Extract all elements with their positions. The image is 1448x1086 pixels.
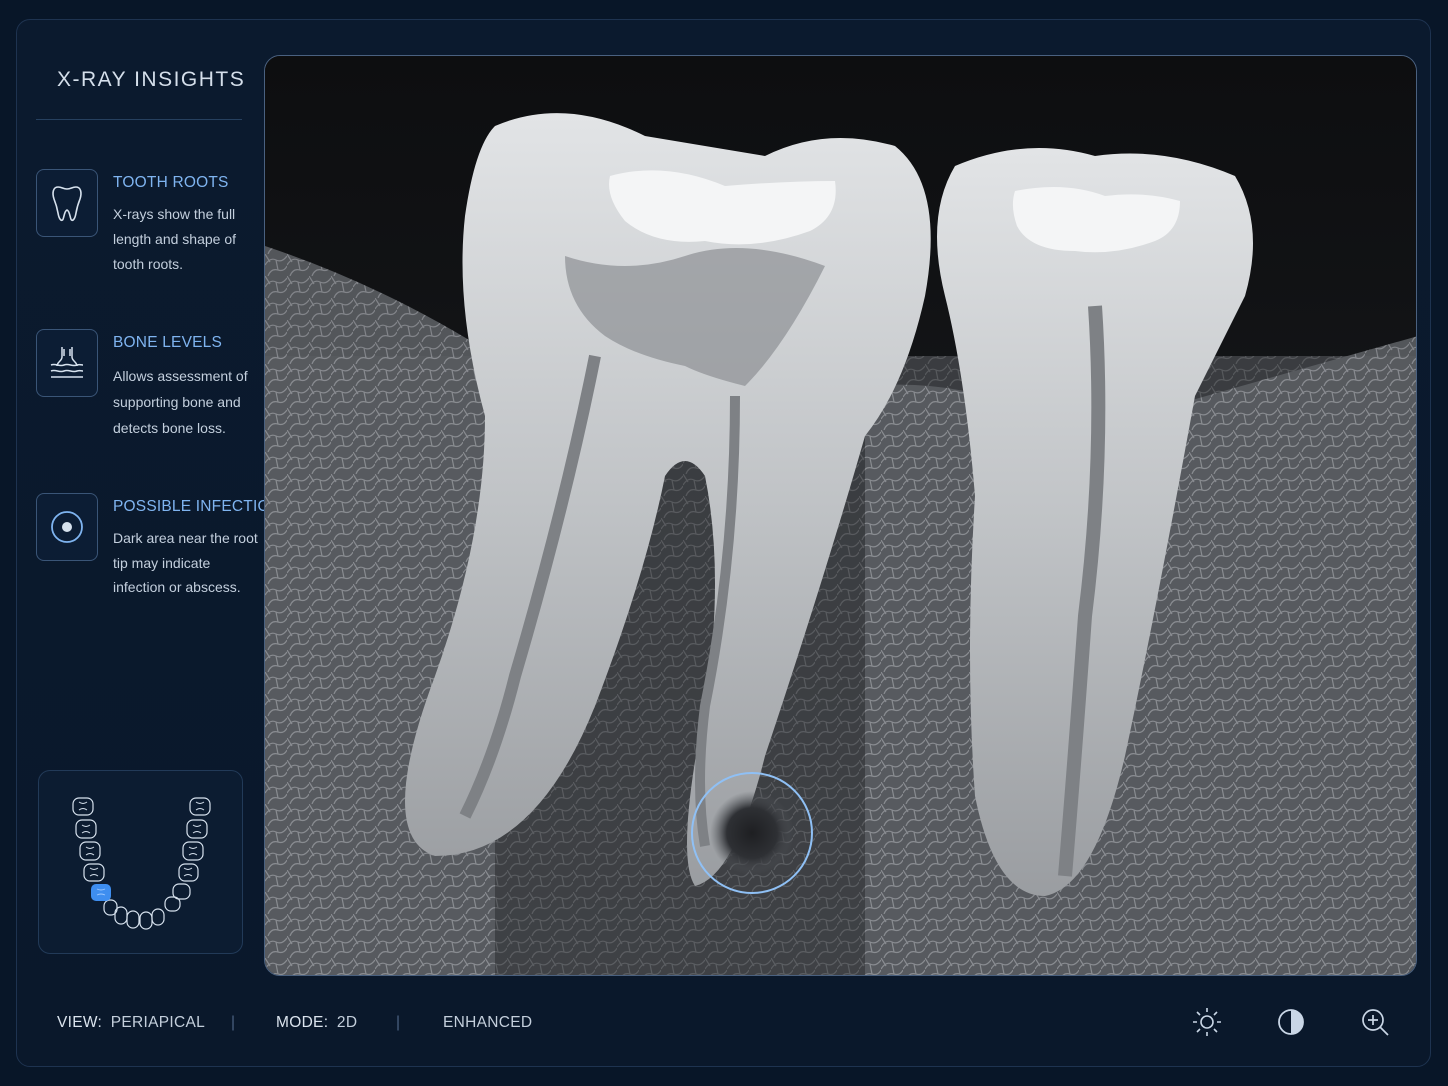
sidebar-title: X-RAY INSIGHTS	[57, 68, 246, 91]
bone-level-icon	[36, 329, 98, 397]
insight-desc: Dark area near the root tip may indicate…	[113, 530, 258, 595]
separator: |	[396, 1014, 401, 1031]
insight-title: POSSIBLE INFECTION	[113, 498, 282, 515]
tooth-icon	[36, 169, 98, 237]
selected-tooth[interactable]	[91, 884, 111, 901]
mode-label: MODE:	[276, 1014, 329, 1031]
brightness-icon[interactable]	[1190, 1005, 1224, 1039]
mode-group[interactable]: MODE: 2D	[276, 1014, 357, 1032]
enhanced-toggle[interactable]: ENHANCED	[443, 1014, 532, 1032]
insight-title: TOOTH ROOTS	[113, 174, 229, 191]
insight-desc: Allows assessment of supporting bone and…	[113, 368, 248, 436]
insight-desc: X-rays show the full length and shape of…	[113, 206, 236, 272]
zoom-in-icon[interactable]	[1358, 1005, 1392, 1039]
target-icon	[36, 493, 98, 561]
contrast-icon[interactable]	[1274, 1005, 1308, 1039]
jaw-map[interactable]	[38, 770, 243, 954]
view-value[interactable]: PERIAPICAL	[111, 1014, 205, 1031]
sidebar-divider	[36, 119, 242, 120]
view-label: VIEW:	[57, 1014, 103, 1031]
arch-diagram	[72, 797, 211, 930]
insight-title: BONE LEVELS	[113, 334, 223, 351]
app-window: X-RAY INSIGHTS TOOTH ROOTS X-rays show t…	[16, 19, 1431, 1067]
separator: |	[231, 1014, 236, 1031]
status-bar: VIEW: PERIAPICAL | MODE: 2D | ENHANCED	[57, 1014, 657, 1038]
xray-viewer[interactable]	[264, 55, 1417, 976]
mode-value: 2D	[336, 1014, 358, 1031]
xray-image	[265, 56, 1416, 975]
